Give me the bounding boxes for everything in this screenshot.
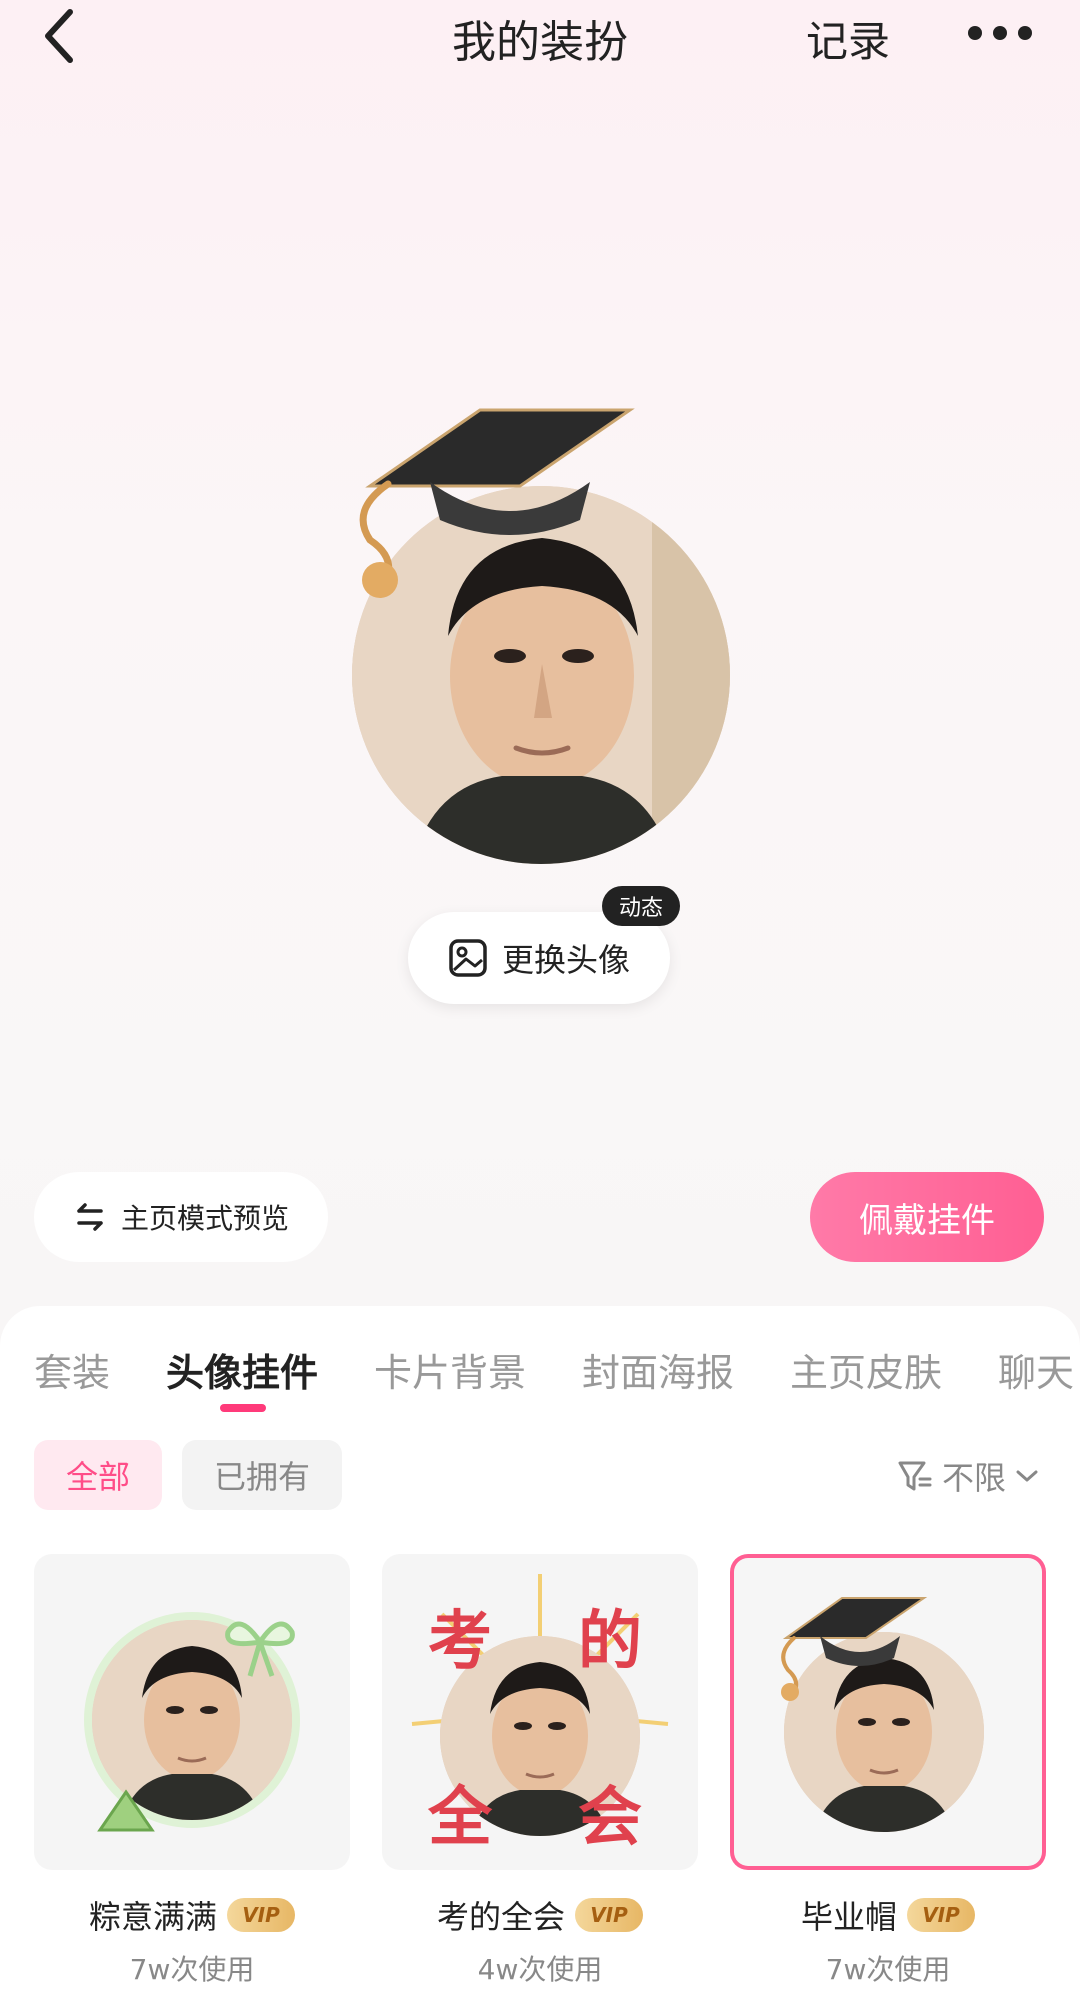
filter-all-chip[interactable]: 全部 (34, 1440, 162, 1510)
top-bar: 我的装扮 记录 (0, 0, 1080, 80)
graduation-cap-icon (781, 1597, 928, 1701)
avatar-preview (330, 400, 750, 870)
tab-homepage-skin[interactable]: 主页皮肤 (790, 1342, 942, 1397)
tab-suit[interactable]: 套装 (34, 1342, 110, 1397)
overlay-char: 会 (578, 1781, 642, 1855)
active-tab-indicator (220, 1404, 266, 1412)
tab-card-background[interactable]: 卡片背景 (374, 1342, 526, 1397)
tab-avatar-pendant[interactable]: 头像挂件 (166, 1342, 318, 1397)
ribbon-bow-icon (225, 1621, 295, 1677)
record-button[interactable]: 记录 (806, 8, 890, 69)
tab-cover-poster[interactable]: 封面海报 (582, 1342, 734, 1397)
image-icon (449, 939, 487, 977)
chevron-down-icon (1016, 1470, 1038, 1482)
pendant-thumbnail (34, 1554, 350, 1870)
pendant-thumbnail: 考 的 全 会 (382, 1554, 698, 1870)
vip-badge: VIP (227, 1898, 295, 1932)
limit-filter-dropdown[interactable]: 不限 (896, 1448, 1040, 1504)
category-tabs: 套装 头像挂件 卡片背景 封面海报 主页皮肤 聊天 (0, 1334, 1080, 1404)
pendant-name: 毕业帽 (800, 1898, 897, 1936)
pendant-card-selected[interactable]: 毕业帽 VIP 7w次使用 (730, 1554, 1046, 1988)
more-button[interactable] (960, 8, 1040, 58)
graduation-cap-icon (359, 408, 635, 598)
pendant-name: 粽意满满 (88, 1898, 217, 1936)
pendant-card[interactable]: 考 的 全 会 考的全会 VIP 4w次使用 (382, 1554, 698, 1988)
vip-badge: VIP (907, 1898, 975, 1932)
pendant-name-row: 考的全会 VIP (382, 1892, 698, 1938)
pendant-name-row: 粽意满满 VIP (34, 1892, 350, 1938)
pendant-usage: 7w次使用 (825, 1953, 951, 1986)
zongzi-icon (97, 1789, 155, 1832)
pendant-thumbnail (730, 1554, 1046, 1870)
pendant-usage: 7w次使用 (129, 1953, 255, 1986)
pendant-name: 考的全会 (436, 1898, 565, 1936)
overlay-char: 全 (428, 1781, 492, 1855)
page-title: 我的装扮 (452, 17, 628, 68)
pendant-grid: 粽意满满 VIP 7w次使用 考 的 全 会 考的全会 VIP 4w次使用 毕业… (0, 1554, 1080, 2000)
pendant-usage: 4w次使用 (477, 1953, 603, 1986)
pendant-card[interactable]: 粽意满满 VIP 7w次使用 (34, 1554, 350, 1988)
limit-filter-label: 不限 (942, 1459, 1007, 1497)
swap-icon (77, 1203, 103, 1231)
preview-label: 主页模式预览 (120, 1202, 289, 1235)
vip-badge: VIP (575, 1898, 643, 1932)
homepage-preview-button[interactable]: 主页模式预览 (34, 1172, 328, 1262)
filter-owned-chip[interactable]: 已拥有 (182, 1440, 342, 1510)
overlay-char: 的 (578, 1605, 642, 1679)
filter-icon (898, 1461, 932, 1491)
pendant-name-row: 毕业帽 VIP (730, 1892, 1046, 1938)
dynamic-badge: 动态 (602, 886, 680, 926)
change-avatar-label: 更换头像 (501, 941, 630, 979)
overlay-char: 考 (428, 1605, 492, 1679)
decoration-sheet: 套装 头像挂件 卡片背景 封面海报 主页皮肤 聊天 全部 已拥有 不限 粽意满满… (0, 1306, 1080, 2000)
more-icon (968, 26, 1032, 40)
wear-pendant-button[interactable]: 佩戴挂件 (810, 1172, 1044, 1262)
tab-chat[interactable]: 聊天 (998, 1342, 1074, 1397)
